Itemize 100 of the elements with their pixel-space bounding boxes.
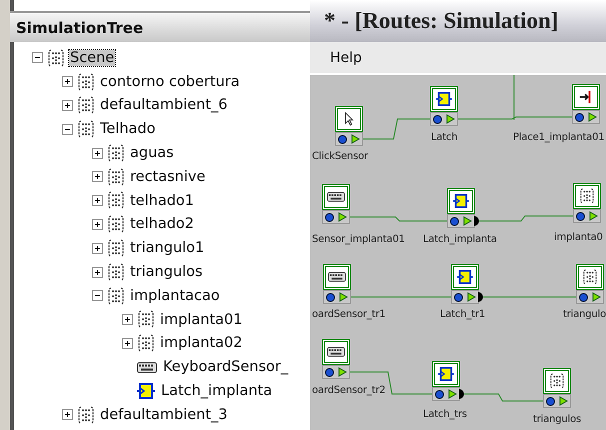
input-port-icon [575, 112, 584, 122]
route-node[interactable] [447, 188, 475, 214]
expand-toggle[interactable] [92, 218, 103, 230]
expand-toggle[interactable] [62, 100, 73, 111]
tree-item[interactable]: Scene [69, 50, 116, 66]
group-icon [78, 96, 94, 115]
expand-toggle[interactable] [62, 409, 73, 420]
group-icon [48, 48, 64, 68]
input-port-icon [338, 134, 347, 144]
group-icon [108, 215, 124, 234]
group-icon [108, 239, 124, 258]
tree-item[interactable]: KeyboardSensor_ [162, 359, 290, 376]
group-icon [550, 372, 564, 390]
output-port-icon [338, 212, 347, 222]
node-label: implanta0 [554, 232, 603, 243]
node-label: ClickSensor [312, 151, 368, 162]
group-icon [108, 262, 124, 282]
output-port-icon [446, 114, 455, 124]
event-out-icon [459, 389, 464, 399]
input-port-icon [579, 292, 588, 302]
tree-item[interactable]: implanta02 [159, 335, 244, 352]
expand-toggle[interactable] [62, 76, 73, 88]
output-port-icon [339, 292, 348, 302]
tree-item[interactable]: Latch_implanta [160, 383, 274, 400]
tree-item[interactable]: defaultambient_6 [99, 97, 229, 114]
expand-toggle[interactable] [92, 148, 103, 159]
input-port-icon [576, 212, 585, 220]
group-icon [108, 191, 124, 210]
tree-item[interactable]: implanta01 [159, 312, 244, 328]
route-node[interactable] [432, 361, 460, 387]
group-icon [108, 144, 124, 162]
output-port-icon [448, 389, 457, 399]
node-label: triangulo [563, 309, 606, 320]
node-label: Latch_implanta [423, 234, 497, 245]
route-node[interactable] [576, 264, 604, 290]
latch-icon [457, 270, 473, 284]
input-port-icon [325, 212, 334, 222]
group-icon [138, 310, 154, 329]
tree-item[interactable]: telhado2 [129, 216, 196, 232]
arrow-icon [579, 90, 593, 104]
expand-toggle[interactable] [92, 266, 103, 278]
route-node[interactable] [322, 339, 350, 365]
group-icon [583, 268, 597, 286]
collapse-toggle[interactable] [92, 290, 103, 302]
output-port-icon [351, 134, 360, 144]
route-node[interactable] [335, 106, 363, 132]
latch-icon [438, 367, 454, 381]
route-line [362, 118, 432, 140]
tree-item[interactable]: rectasnive [129, 168, 206, 185]
panel-title: SimulationTree [10, 11, 310, 42]
output-port-icon [592, 292, 601, 302]
output-port-icon [588, 112, 597, 122]
event-out-icon [474, 216, 479, 226]
tree-item[interactable]: triangulos [129, 264, 204, 280]
window-title: * - [Routes: Simulation] [310, 0, 606, 42]
latch-icon [453, 194, 469, 208]
keyboard-icon [328, 272, 346, 282]
collapse-toggle[interactable] [32, 52, 43, 64]
latch-icon [137, 383, 155, 400]
menu-item[interactable]: Help [330, 50, 362, 66]
node-label: oardSensor_tr1 [312, 309, 386, 320]
node-label: Latch [431, 132, 458, 143]
event-out-icon [478, 292, 483, 302]
route-node[interactable] [572, 84, 600, 110]
tree-item[interactable]: telhado1 [129, 192, 196, 209]
tree-item[interactable]: defaultambient_3 [99, 406, 229, 423]
tree-item[interactable]: aguas [129, 145, 175, 162]
group-icon [108, 168, 124, 186]
group-icon [108, 286, 124, 306]
node-label: Latch_trs [423, 409, 467, 420]
route-node[interactable] [573, 183, 601, 209]
latch-icon [436, 92, 452, 106]
expand-toggle[interactable] [92, 171, 103, 182]
tree-item[interactable]: Telhado [99, 121, 156, 138]
expand-toggle[interactable] [92, 242, 103, 254]
tree-item[interactable]: triangulo1 [129, 240, 206, 256]
input-port-icon [546, 396, 555, 406]
route-node[interactable] [323, 264, 351, 290]
route-node[interactable] [322, 184, 350, 210]
node-label: triangulos [533, 414, 582, 425]
group-icon [580, 188, 594, 204]
node-label: Sensor_implanta01 [312, 234, 405, 245]
output-port-icon [463, 216, 472, 226]
expand-toggle[interactable] [92, 195, 103, 206]
tree-item[interactable]: implantacao [129, 288, 221, 304]
node-label: Latch_tr1 [440, 309, 486, 320]
keyboard-icon [327, 347, 345, 357]
tree-item[interactable]: contorno cobertura [99, 74, 241, 90]
group-icon [78, 406, 94, 424]
node-label: Place1_implanta01 [513, 132, 604, 143]
input-port-icon [435, 390, 444, 398]
collapse-toggle[interactable] [62, 124, 73, 135]
route-node[interactable] [430, 86, 458, 112]
group-icon [138, 334, 154, 353]
route-node[interactable] [451, 264, 479, 290]
expand-toggle[interactable] [122, 338, 133, 349]
expand-toggle[interactable] [122, 314, 133, 326]
input-port-icon [454, 292, 463, 302]
output-port-icon [589, 211, 598, 221]
route-node[interactable] [543, 368, 571, 394]
